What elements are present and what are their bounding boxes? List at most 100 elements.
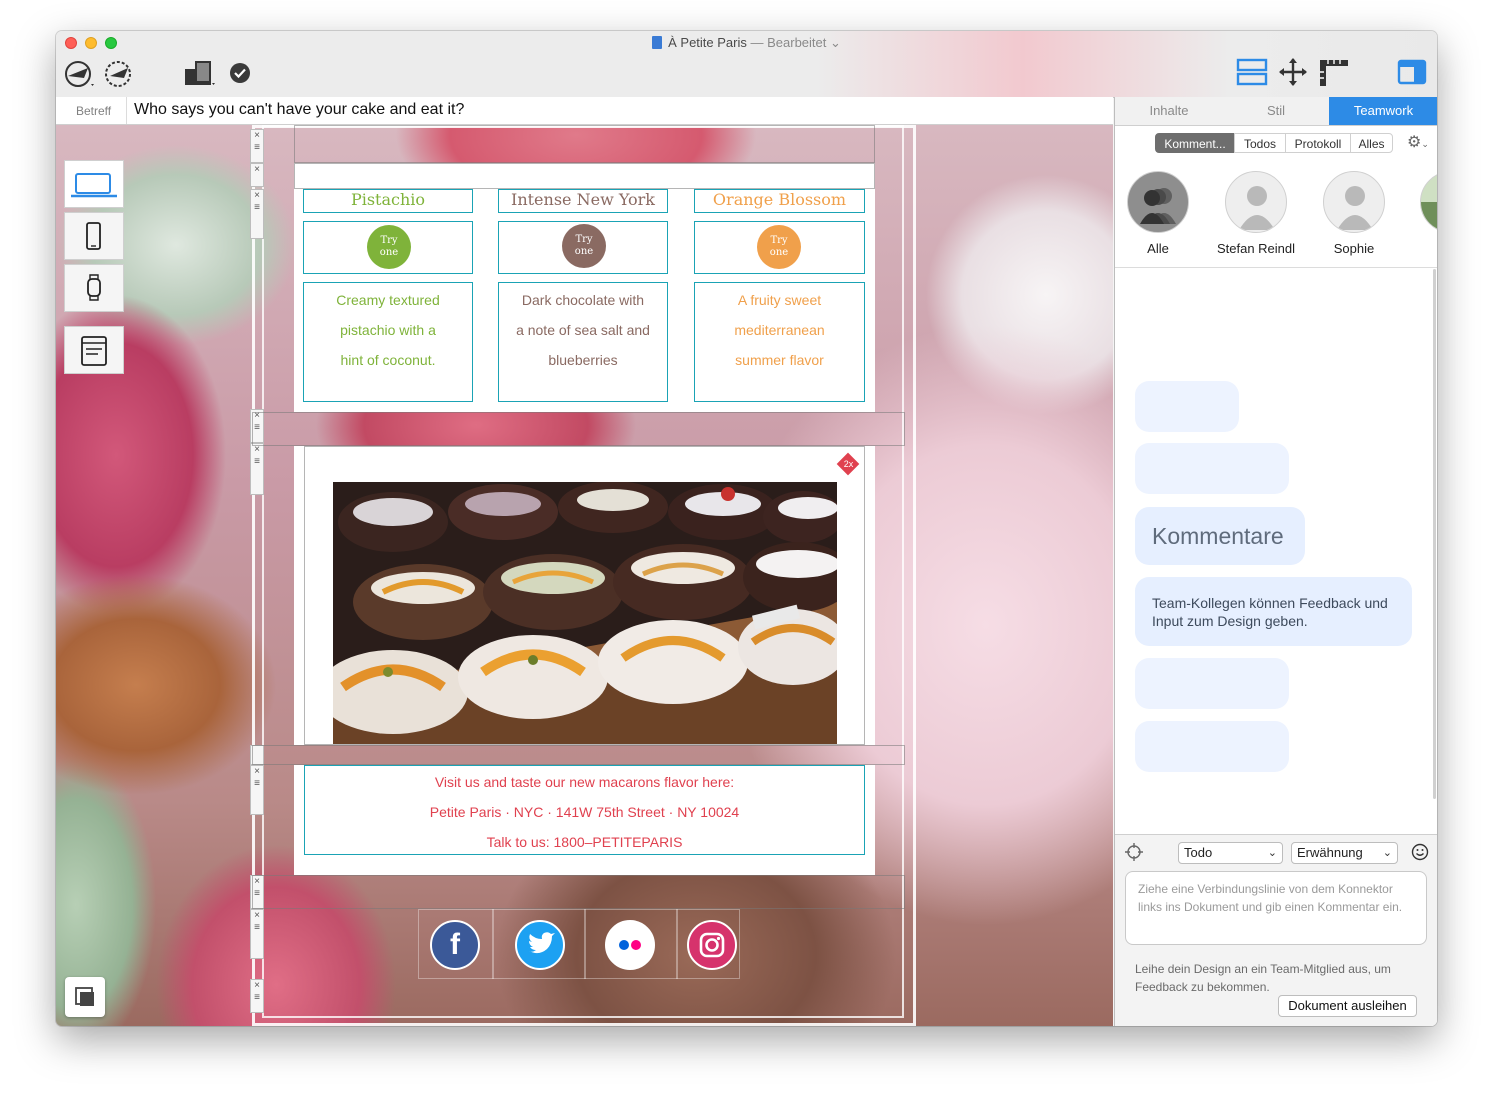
- source-view-icon: [81, 336, 107, 366]
- flavor-title-cell[interactable]: Pistachio: [303, 189, 473, 213]
- mention-select[interactable]: Erwähnung ⌄: [1291, 842, 1398, 864]
- flavor-description-cell[interactable]: Dark chocolate with a note of sea salt an…: [498, 282, 668, 402]
- app-window: À Petite Paris — Bearbeitet ⌄ Betreff Wh…: [56, 31, 1437, 1026]
- inspector-panel: Inhalte Stil Teamwork Komment... Todos P…: [1114, 97, 1437, 1026]
- avatar-stefan[interactable]: [1225, 171, 1287, 233]
- gear-icon[interactable]: ⚙⌄: [1407, 133, 1429, 154]
- design-canvas[interactable]: × ≡ × × ≡ × ≡ × ≡ × ≡ × ≡ × ≡ × ≡ Pistachio Inte…: [56, 125, 1113, 1026]
- block-handle[interactable]: × ≡: [250, 909, 264, 959]
- source-preview-button[interactable]: [64, 326, 124, 374]
- document-status: — Bearbeitet ⌄: [750, 35, 841, 50]
- layers-button[interactable]: [65, 977, 105, 1017]
- document-icon: [652, 36, 663, 49]
- block-handle[interactable]: × ≡: [250, 765, 264, 815]
- flavor-title-cell[interactable]: Orange Blossom: [694, 189, 865, 213]
- tab-teamwork[interactable]: Teamwork: [1329, 97, 1437, 125]
- twitter-icon[interactable]: [515, 920, 565, 970]
- block-handle[interactable]: × ≡: [250, 443, 264, 495]
- panel-scrollbar[interactable]: [1433, 269, 1436, 799]
- flavor-button-cell[interactable]: Try one: [303, 221, 473, 274]
- inspector-tabs: Inhalte Stil Teamwork: [1115, 97, 1437, 126]
- ruler-icon[interactable]: [1318, 58, 1350, 93]
- try-one-label: one: [769, 247, 789, 258]
- try-one-button[interactable]: Try one: [562, 224, 606, 268]
- phone-preview-button[interactable]: [64, 212, 124, 260]
- block-handle[interactable]: × ≡: [250, 129, 264, 163]
- member-name: Sophie: [1333, 241, 1375, 256]
- facebook-icon[interactable]: f: [430, 920, 480, 970]
- comment-input[interactable]: Ziehe eine Verbindungslinie von dem Konn…: [1125, 871, 1427, 945]
- subject-bar: Betreff Who says you can't have your cak…: [56, 97, 1113, 125]
- try-one-label: one: [574, 246, 594, 257]
- panel-divider: [1115, 267, 1437, 268]
- filter-todos[interactable]: Todos: [1234, 133, 1286, 153]
- cupcakes-image[interactable]: [333, 482, 837, 744]
- filter-comments[interactable]: Komment...: [1155, 133, 1235, 153]
- flavor-description: Creamy textured pistachio with a hint of c…: [336, 292, 440, 368]
- try-one-label: one: [379, 247, 399, 258]
- block-handle[interactable]: × ≡: [250, 189, 264, 239]
- avatar-all[interactable]: [1127, 171, 1189, 233]
- flavor-description-cell[interactable]: A fruity sweet mediterranean summer flavor: [694, 282, 865, 402]
- check-icon[interactable]: [229, 62, 251, 89]
- avatar-more[interactable]: [1420, 171, 1437, 233]
- cupcakes-photo: [333, 482, 837, 744]
- desktop-preview-button[interactable]: [64, 160, 124, 208]
- test-send-icon[interactable]: [102, 58, 138, 95]
- flavor-title-cell[interactable]: Intense New York: [498, 189, 668, 213]
- address-cell[interactable]: Visit us and taste our new macarons flav…: [304, 765, 865, 855]
- section-guide: [294, 125, 875, 163]
- address-text: Visit us and taste our new macarons flav…: [305, 766, 864, 857]
- subject-input[interactable]: Who says you can't have your cake and ea…: [134, 101, 464, 119]
- phone-icon: [86, 222, 101, 250]
- move-icon[interactable]: [1278, 57, 1308, 92]
- flavor-description-cell[interactable]: Creamy textured pistachio with a hint of c…: [303, 282, 473, 402]
- comments-info: Team-Kollegen können Feedback und Input …: [1152, 594, 1388, 630]
- flavor-button-cell[interactable]: Try one: [498, 221, 668, 274]
- layers-icon: [75, 987, 94, 1006]
- laptop-icon: [71, 173, 117, 198]
- tab-stil[interactable]: Stil: [1223, 97, 1329, 125]
- flavor-description: Dark chocolate with a note of sea salt an…: [516, 292, 650, 368]
- retina-badge-label: 2x: [843, 459, 854, 469]
- comment-type-select[interactable]: Todo ⌄: [1178, 842, 1283, 864]
- mention-value: Erwähnung: [1297, 845, 1363, 860]
- tab-inhalte[interactable]: Inhalte: [1115, 97, 1223, 125]
- document-title: À Petite Paris: [668, 35, 747, 50]
- try-one-label: Try: [575, 234, 593, 245]
- block-handle[interactable]: × ≡: [250, 979, 264, 1013]
- watch-preview-button[interactable]: [64, 264, 124, 312]
- lend-document-button[interactable]: Dokument ausleihen: [1278, 995, 1417, 1017]
- layout-icon[interactable]: [1236, 58, 1268, 91]
- try-one-label: Try: [770, 235, 788, 246]
- social-divider: [492, 909, 494, 979]
- block-handle[interactable]: ×: [250, 163, 264, 187]
- filter-protocol[interactable]: Protokoll: [1285, 133, 1351, 153]
- footer-visit-line: Visit us and taste our new macarons flav…: [434, 774, 735, 790]
- subject-divider: [126, 97, 127, 124]
- emoji-icon[interactable]: [1410, 842, 1430, 867]
- try-one-button[interactable]: Try one: [367, 225, 411, 269]
- window-title: À Petite Paris — Bearbeitet ⌄: [56, 35, 1437, 51]
- comments-title: Kommentare: [1152, 523, 1284, 549]
- chevron-down-icon: ⌄: [1267, 847, 1277, 859]
- comments-info-line: Team-Kollegen können Feedback und: [1152, 595, 1388, 611]
- placeholder-bubble: [1135, 381, 1239, 432]
- footer-phone-line: Talk to us: 1800–PETITEPARIS: [486, 834, 683, 850]
- devices-icon[interactable]: [183, 57, 219, 94]
- comments-info-line: Input zum Design geben.: [1152, 613, 1308, 629]
- avatar-sophie[interactable]: [1323, 171, 1385, 233]
- panel-toggle-icon[interactable]: [1397, 59, 1427, 90]
- chevron-down-icon: ⌄: [1382, 847, 1392, 859]
- section-guide: [252, 412, 905, 446]
- flickr-icon[interactable]: [605, 920, 655, 970]
- flavor-button-cell[interactable]: Try one: [694, 221, 865, 274]
- send-icon[interactable]: [62, 58, 98, 95]
- try-one-button[interactable]: Try one: [757, 225, 801, 269]
- connector-icon[interactable]: [1124, 842, 1144, 867]
- filter-all[interactable]: Alles: [1350, 133, 1393, 153]
- titlebar: À Petite Paris — Bearbeitet ⌄: [56, 31, 1437, 98]
- section-guide: [294, 163, 875, 189]
- subject-label: Betreff: [76, 104, 112, 118]
- instagram-icon[interactable]: [687, 920, 737, 970]
